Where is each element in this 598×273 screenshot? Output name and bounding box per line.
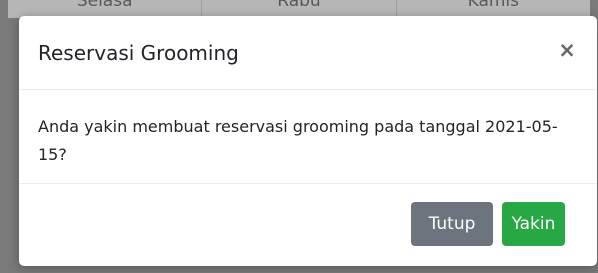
- close-button[interactable]: Tutup: [411, 202, 493, 246]
- modal-body: Anda yakin membuat reservasi grooming pa…: [19, 90, 597, 184]
- confirm-button[interactable]: Yakin: [502, 202, 565, 246]
- modal-header: Reservasi Grooming ×: [19, 16, 597, 90]
- confirmation-message: Anda yakin membuat reservasi grooming pa…: [38, 117, 558, 164]
- reservation-modal: Reservasi Grooming × Anda yakin membuat …: [19, 16, 597, 266]
- close-icon[interactable]: ×: [557, 38, 577, 62]
- modal-title: Reservasi Grooming: [38, 41, 239, 65]
